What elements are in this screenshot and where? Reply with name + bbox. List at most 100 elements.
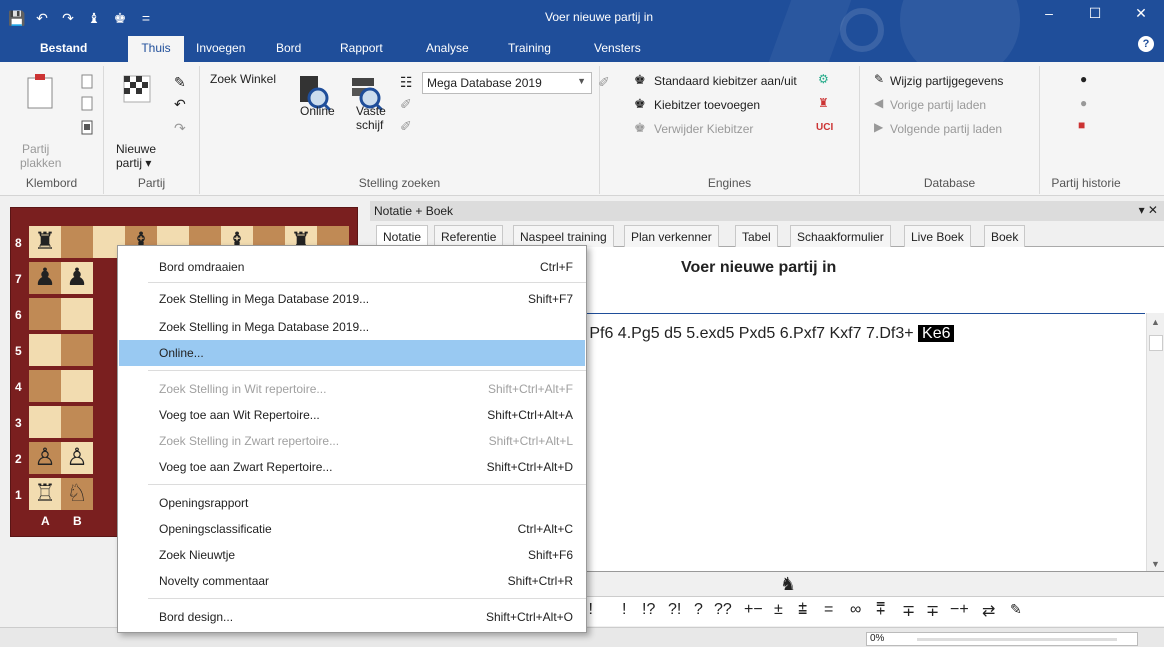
prev-game-button[interactable]: Vorige partij laden xyxy=(890,98,986,112)
menu-item-voeg-zwart[interactable]: Voeg toe aan Zwart Repertoire... Shift+C… xyxy=(119,454,585,480)
zoek-winkel-label[interactable]: Zoek Winkel xyxy=(210,72,276,86)
minimize-button[interactable]: – xyxy=(1026,0,1072,30)
new-game-label-2[interactable]: partij ▾ xyxy=(116,156,151,170)
remove-kibitzer-button[interactable]: Verwijder Kiebitzer xyxy=(654,122,753,136)
engine-icon[interactable]: ♜ xyxy=(818,96,829,110)
moves-text[interactable]: 4 Pf6 4.Pg5 d5 5.exd5 Pxd5 6.Pxf7 Kxf7 7… xyxy=(576,325,914,342)
menu-item-zoek-nieuwtje[interactable]: Zoek Nieuwtje Shift+F6 xyxy=(119,542,585,568)
tab-vensters[interactable]: Vensters xyxy=(594,36,674,62)
menu-item-zoek-mega[interactable]: Zoek Stelling in Mega Database 2019... xyxy=(119,314,585,340)
ann-mistake[interactable]: ? xyxy=(694,601,703,619)
tab-analyse[interactable]: Analyse xyxy=(426,36,508,62)
vaste-schijf-label-1[interactable]: Vaste xyxy=(356,104,386,118)
square[interactable] xyxy=(29,406,61,438)
ann-unclear[interactable]: ∞ xyxy=(850,601,861,619)
eraser-icon[interactable]: ✎ xyxy=(1010,601,1022,618)
square[interactable] xyxy=(29,370,61,402)
tab-bord[interactable]: Bord xyxy=(276,36,340,62)
tab-rapport[interactable]: Rapport xyxy=(340,36,426,62)
scroll-up-icon[interactable]: ▲ xyxy=(1151,317,1160,327)
next-game-button[interactable]: Volgende partij laden xyxy=(890,122,1002,136)
menu-item-zoek-zwart[interactable]: Zoek Stelling in Zwart repertoire... Shi… xyxy=(119,428,585,454)
menu-item-novelty-commentaar[interactable]: Novelty commentaar Shift+Ctrl+R xyxy=(119,568,585,594)
king-icon[interactable]: ♚ xyxy=(112,10,128,27)
history-book-icon[interactable]: ■ xyxy=(1078,118,1085,132)
maximize-button[interactable]: ☐ xyxy=(1072,0,1118,30)
redo-icon[interactable]: ↷ xyxy=(60,10,76,27)
undo-icon[interactable]: ↶ xyxy=(34,10,50,27)
search-similar-2-icon[interactable]: ✐ xyxy=(400,118,412,135)
white-pawn-piece[interactable]: ♙ xyxy=(61,442,93,474)
black-pawn-piece[interactable]: ♟ xyxy=(29,262,61,294)
white-knight-piece[interactable]: ♘ xyxy=(61,478,93,510)
square[interactable] xyxy=(61,226,93,258)
tab-tabel[interactable]: Tabel xyxy=(735,225,778,247)
edit-icon[interactable]: ✎ xyxy=(174,74,186,91)
tab-naspeel-training[interactable]: Naspeel training xyxy=(513,225,614,247)
ann-white-decisive[interactable]: +− xyxy=(744,601,763,619)
undo-move-icon[interactable]: ↶ xyxy=(174,96,186,113)
ann-interesting[interactable]: !? xyxy=(642,601,655,619)
toggle-kibitzer-icon[interactable]: ⚙ xyxy=(818,72,829,86)
new-game-icon[interactable] xyxy=(122,74,152,108)
tab-referentie[interactable]: Referentie xyxy=(434,225,504,247)
tab-training[interactable]: Training xyxy=(508,36,594,62)
ann-black-slightly[interactable]: ∓ xyxy=(902,601,915,621)
square[interactable] xyxy=(61,334,93,366)
menu-item-bord-omdraaien[interactable]: Bord omdraaien Ctrl+F xyxy=(119,254,585,280)
tab-bestand[interactable]: Bestand xyxy=(40,36,110,62)
ann-compensation[interactable]: ⩱ xyxy=(876,601,885,619)
black-pawn-piece[interactable]: ♟ xyxy=(61,262,93,294)
menu-item-online[interactable]: Online... xyxy=(119,340,585,366)
tab-invoegen[interactable]: Invoegen xyxy=(196,36,276,62)
vertical-scrollbar[interactable]: ▲ ▼ xyxy=(1146,313,1164,573)
add-kibitzer-button[interactable]: Kiebitzer toevoegen xyxy=(654,98,760,112)
tab-live-boek[interactable]: Live Boek xyxy=(904,225,971,247)
tab-plan-verkenner[interactable]: Plan verkenner xyxy=(624,225,719,247)
clipboard-icon[interactable] xyxy=(26,74,54,110)
ann-dubious[interactable]: ?! xyxy=(668,601,681,619)
help-icon[interactable]: ? xyxy=(1138,36,1154,52)
edit-game-data-button[interactable]: Wijzig partijgegevens xyxy=(890,74,1003,88)
database-select[interactable]: Mega Database 2019 ▼ xyxy=(422,72,592,94)
panel-close-icon[interactable]: ▾ ✕ xyxy=(1139,203,1158,217)
ann-good[interactable]: ! xyxy=(622,601,626,619)
current-move[interactable]: Ke6 xyxy=(918,325,955,342)
white-rook-piece[interactable]: ♖ xyxy=(29,478,61,510)
tab-thuis[interactable]: Thuis xyxy=(128,36,184,62)
history-back-icon[interactable]: ● xyxy=(1080,72,1087,86)
square[interactable] xyxy=(29,298,61,330)
close-button[interactable]: ✕ xyxy=(1118,0,1164,30)
cut-icon[interactable] xyxy=(80,96,94,112)
menu-item-voeg-wit[interactable]: Voeg toe aan Wit Repertoire... Shift+Ctr… xyxy=(119,402,585,428)
menu-item-bord-design[interactable]: Bord design... Shift+Ctrl+Alt+O xyxy=(119,604,585,630)
ann-blunder[interactable]: ?? xyxy=(714,601,732,619)
menu-item-zoek-wit[interactable]: Zoek Stelling in Wit repertoire... Shift… xyxy=(119,376,585,402)
menu-item-zoek-mega-shift[interactable]: Zoek Stelling in Mega Database 2019... S… xyxy=(119,286,585,312)
paste-board-icon[interactable] xyxy=(80,120,94,136)
online-label[interactable]: Online xyxy=(300,104,335,118)
save-icon[interactable]: 💾 xyxy=(8,10,25,27)
ann-black-better[interactable]: ∓ xyxy=(926,601,939,621)
ann-equal[interactable]: = xyxy=(824,601,833,619)
menu-item-openingsrapport[interactable]: Openingsrapport xyxy=(119,490,585,516)
tab-schaakformulier[interactable]: Schaakformulier xyxy=(790,225,891,247)
square[interactable] xyxy=(29,334,61,366)
redo-move-icon[interactable]: ↷ xyxy=(174,120,186,137)
square[interactable] xyxy=(61,298,93,330)
history-forward-icon[interactable]: ● xyxy=(1080,96,1087,110)
uci-icon[interactable]: UCI xyxy=(816,122,833,133)
black-rook-piece[interactable]: ♜ xyxy=(29,226,61,258)
tab-notatie[interactable]: Notatie xyxy=(376,225,429,247)
customize-icon[interactable]: = xyxy=(138,10,154,27)
white-pawn-piece[interactable]: ♙ xyxy=(29,442,61,474)
ann-white-better[interactable]: ± xyxy=(774,601,783,619)
scroll-thumb[interactable] xyxy=(1149,335,1163,351)
square[interactable] xyxy=(61,406,93,438)
square[interactable] xyxy=(61,370,93,402)
ann-white-slightly[interactable]: ⩲ xyxy=(798,601,807,619)
bishop-icon[interactable]: ♝ xyxy=(86,10,102,27)
scroll-down-icon[interactable]: ▼ xyxy=(1151,559,1160,569)
move-list[interactable]: 4 Pf6 4.Pg5 d5 5.exd5 Pxd5 6.Pxf7 Kxf7 7… xyxy=(576,325,955,343)
ann-counterplay[interactable]: ⇄ xyxy=(982,601,995,621)
